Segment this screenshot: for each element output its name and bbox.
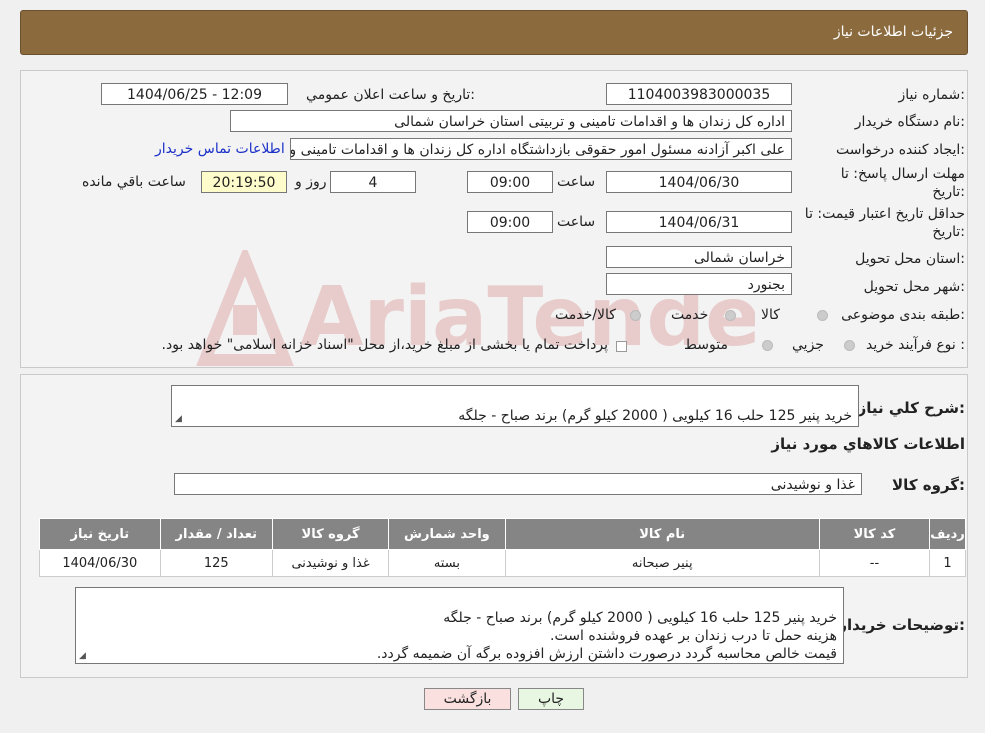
purchase-option-partial: جزيي bbox=[792, 337, 824, 353]
col-item-code: کد کالا bbox=[818, 518, 931, 550]
category-option-service: خدمت bbox=[671, 307, 709, 323]
item-group-label: گروه کالا: bbox=[892, 476, 965, 494]
delivery-city-field: بجنورد bbox=[606, 273, 792, 295]
delivery-province-field: خراسان شمالی bbox=[606, 246, 792, 268]
category-radio-service[interactable] bbox=[725, 310, 736, 321]
table-row: 1 -- پنیر صبحانه بسته غذا و نوشیدنی 125 … bbox=[39, 549, 966, 577]
items-section-title: اطلاعات کالاهاي مورد نياز bbox=[771, 435, 965, 453]
reply-deadline-time: 09:00 bbox=[467, 171, 553, 193]
print-button[interactable]: چاپ bbox=[518, 688, 584, 710]
purchase-radio-medium[interactable] bbox=[762, 340, 773, 351]
items-table: رديف کد کالا نام کالا واحد شمارش گروه کا… bbox=[39, 518, 966, 577]
buyer-org-field: اداره کل زندان ها و اقدامات تامینی و ترب… bbox=[230, 110, 792, 132]
reply-deadline-label: مهلت ارسال پاسخ: تا bbox=[840, 166, 965, 182]
time-remaining: 20:19:50 bbox=[201, 171, 287, 193]
description-text: خرید پنیر 125 حلب 16 کیلویی ( 2000 کیلو … bbox=[458, 408, 852, 424]
resize-grip-icon[interactable]: ◢ bbox=[175, 415, 182, 424]
cell-item-name: پنیر صبحانه bbox=[504, 549, 820, 577]
reply-deadline-date: 1404/06/30 bbox=[606, 171, 792, 193]
category-radio-goods-service[interactable] bbox=[630, 310, 641, 321]
buyer-notes-textarea[interactable]: خرید پنیر 125 حلب 16 کیلویی ( 2000 کیلو … bbox=[75, 587, 844, 664]
items-table-header: رديف کد کالا نام کالا واحد شمارش گروه کا… bbox=[39, 518, 966, 550]
price-validity-time-label: ساعت bbox=[557, 214, 596, 230]
cell-need-date: 1404/06/30 bbox=[39, 549, 161, 577]
purchase-type-label: نوع فرآيند خريد : bbox=[866, 337, 965, 353]
days-label: روز و bbox=[295, 174, 327, 190]
purchase-radio-partial[interactable] bbox=[844, 340, 855, 351]
resize-grip-icon[interactable]: ◢ bbox=[79, 652, 86, 661]
announce-datetime-field: 1404/06/25 - 12:09 bbox=[101, 83, 288, 105]
cell-group: غذا و نوشیدنی bbox=[271, 549, 390, 577]
price-validity-date: 1404/06/31 bbox=[606, 211, 792, 233]
buyer-org-label: نام دستگاه خريدار: bbox=[854, 114, 965, 130]
price-validity-time: 09:00 bbox=[467, 211, 553, 233]
description-textarea[interactable]: خرید پنیر 125 حلب 16 کیلویی ( 2000 کیلو … bbox=[171, 385, 859, 427]
page-header: جزئیات اطلاعات نیاز bbox=[20, 10, 968, 55]
page-title: جزئیات اطلاعات نیاز bbox=[833, 24, 953, 40]
cell-unit: بسته bbox=[388, 549, 506, 577]
need-number-label: شماره نیاز: bbox=[898, 87, 965, 103]
buyer-notes-text: خرید پنیر 125 حلب 16 کیلویی ( 2000 کیلو … bbox=[376, 610, 837, 662]
col-item-name: نام کالا bbox=[504, 518, 820, 550]
col-unit: واحد شمارش bbox=[388, 518, 506, 550]
col-row-number: رديف bbox=[929, 518, 966, 550]
category-radio-goods[interactable] bbox=[817, 310, 828, 321]
price-validity-label: حداقل تاريخ اعتبار قيمت: تا bbox=[804, 206, 965, 222]
item-group-field: غذا و نوشیدنی bbox=[174, 473, 862, 495]
requester-label: ايجاد کننده درخواست: bbox=[836, 142, 965, 158]
buyer-contact-link[interactable]: اطلاعات تماس خریدار bbox=[155, 141, 285, 157]
days-remaining: 4 bbox=[330, 171, 416, 193]
treasury-checkbox[interactable] bbox=[616, 341, 627, 352]
announce-datetime-label: تاریخ و ساعت اعلان عمومي: bbox=[306, 87, 475, 103]
description-label: شرح کلي نياز: bbox=[857, 399, 965, 417]
purchase-option-medium: متوسط bbox=[684, 337, 728, 353]
cell-item-code: -- bbox=[818, 549, 931, 577]
price-validity-label-2: تاريخ: bbox=[932, 224, 965, 240]
col-need-date: تاريخ نياز bbox=[39, 518, 161, 550]
delivery-province-label: استان محل تحويل: bbox=[855, 251, 965, 267]
category-option-goods: کالا bbox=[761, 307, 780, 323]
category-label: طبقه بندی موضوعی: bbox=[841, 307, 965, 323]
buyer-notes-label: توضيحات خريدار: bbox=[838, 616, 965, 634]
reply-time-label: ساعت bbox=[557, 174, 596, 190]
cell-quantity: 125 bbox=[159, 549, 273, 577]
col-group: گروه کالا bbox=[271, 518, 390, 550]
back-button[interactable]: بازگشت bbox=[424, 688, 511, 710]
cell-row-number: 1 bbox=[929, 549, 966, 577]
need-number-field: 1104003983000035 bbox=[606, 83, 792, 105]
treasury-note: پرداخت تمام یا بخشی از مبلغ خرید،از محل … bbox=[161, 337, 608, 353]
col-quantity: تعداد / مقدار bbox=[159, 518, 273, 550]
requester-field: علی اکبر آزادنه مسئول امور حقوقی بازداشت… bbox=[290, 138, 792, 160]
reply-deadline-label-2: تاریخ: bbox=[932, 184, 965, 200]
delivery-city-label: شهر محل تحويل: bbox=[863, 279, 965, 295]
time-remaining-label: ساعت باقي مانده bbox=[82, 174, 186, 190]
category-option-goods-service: کالا/خدمت bbox=[555, 307, 616, 323]
